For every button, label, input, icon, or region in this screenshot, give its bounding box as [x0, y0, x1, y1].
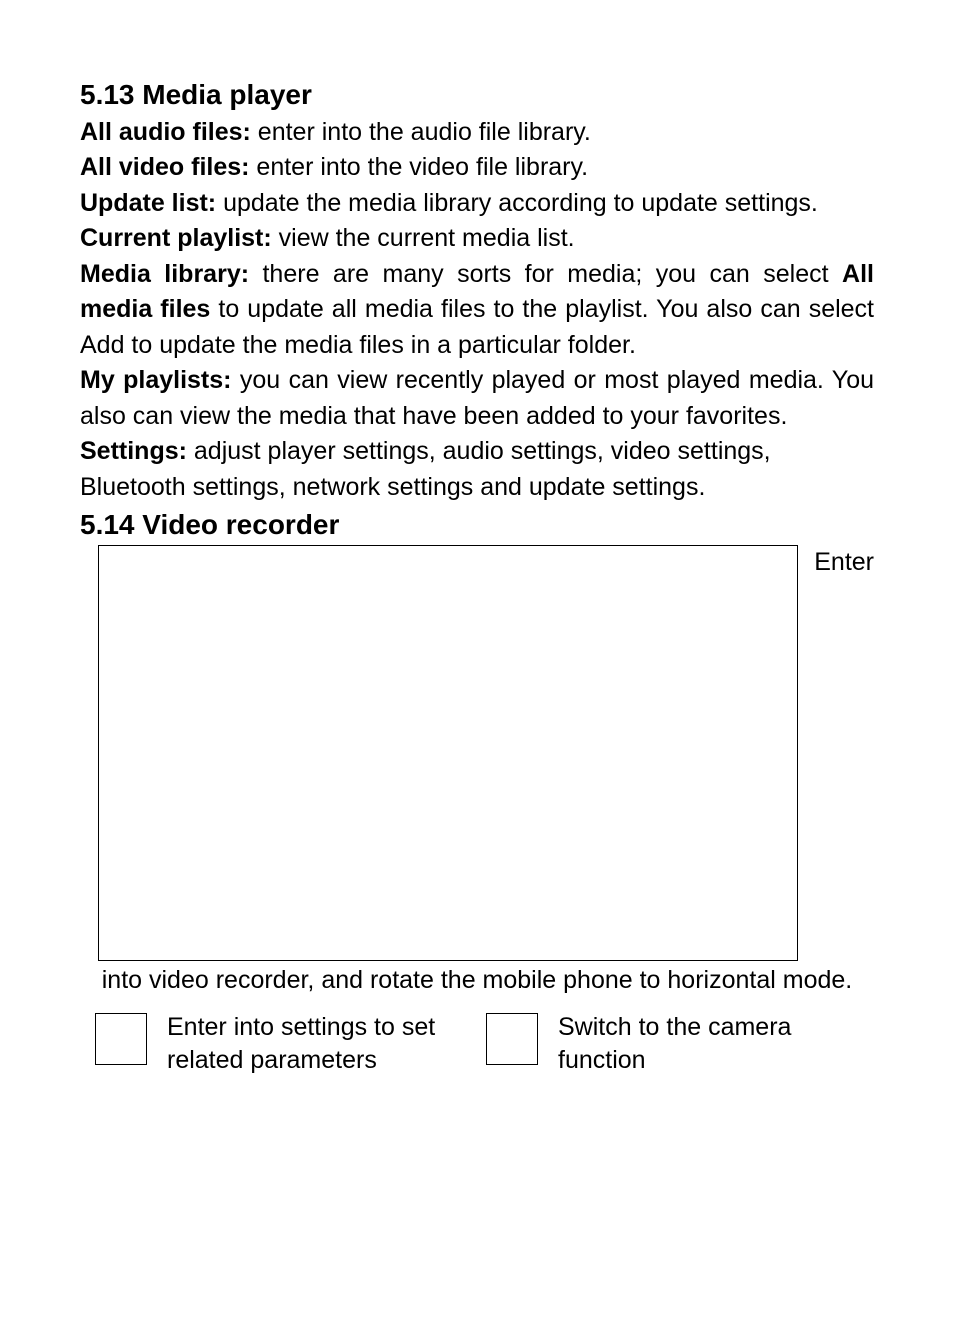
- label-my-playlists: My playlists:: [80, 366, 232, 394]
- text-media-library-pre: there are many sorts for media; you can …: [249, 260, 842, 288]
- video-recorder-intro: Enter into video recorder, and rotate th…: [80, 545, 874, 999]
- section-heading-514: 5.14 Video recorder: [80, 505, 874, 545]
- item-media-library: Media library: there are many sorts for …: [80, 257, 874, 364]
- text-update-list: update the media library according to up…: [216, 189, 818, 217]
- label-all-audio: All audio files:: [80, 118, 251, 146]
- label-media-library: Media library:: [80, 260, 249, 288]
- label-update-list: Update list:: [80, 189, 216, 217]
- section-heading-513: 5.13 Media player: [80, 75, 874, 115]
- legend-item-camera: Switch to the camera function: [486, 1011, 874, 1077]
- text-all-audio: enter into the audio file library.: [251, 118, 591, 146]
- label-current-playlist: Current playlist:: [80, 224, 272, 252]
- screenshot-placeholder-icon: [98, 545, 798, 961]
- settings-icon-placeholder: [95, 1013, 147, 1065]
- label-settings: Settings:: [80, 437, 187, 465]
- item-settings: Settings: adjust player settings, audio …: [80, 434, 874, 505]
- label-all-video: All video files:: [80, 153, 249, 181]
- intro-continuation: into video recorder, and rotate the mobi…: [80, 963, 874, 999]
- item-my-playlists: My playlists: you can view recently play…: [80, 363, 874, 434]
- item-all-audio: All audio files: enter into the audio fi…: [80, 115, 874, 151]
- legend-item-settings: Enter into settings to set related param…: [80, 1011, 468, 1077]
- enter-label: Enter: [814, 545, 874, 581]
- text-all-video: enter into the video file library.: [249, 153, 588, 181]
- document-page: 5.13 Media player All audio files: enter…: [80, 75, 874, 1077]
- item-all-video: All video files: enter into the video fi…: [80, 150, 874, 186]
- legend-text-camera: Switch to the camera function: [558, 1011, 874, 1077]
- text-current-playlist: view the current media list.: [272, 224, 575, 252]
- item-current-playlist: Current playlist: view the current media…: [80, 221, 874, 257]
- camera-icon-placeholder: [486, 1013, 538, 1065]
- legend-text-settings: Enter into settings to set related param…: [167, 1011, 468, 1077]
- item-update-list: Update list: update the media library ac…: [80, 186, 874, 222]
- icon-legend-row: Enter into settings to set related param…: [80, 1011, 874, 1077]
